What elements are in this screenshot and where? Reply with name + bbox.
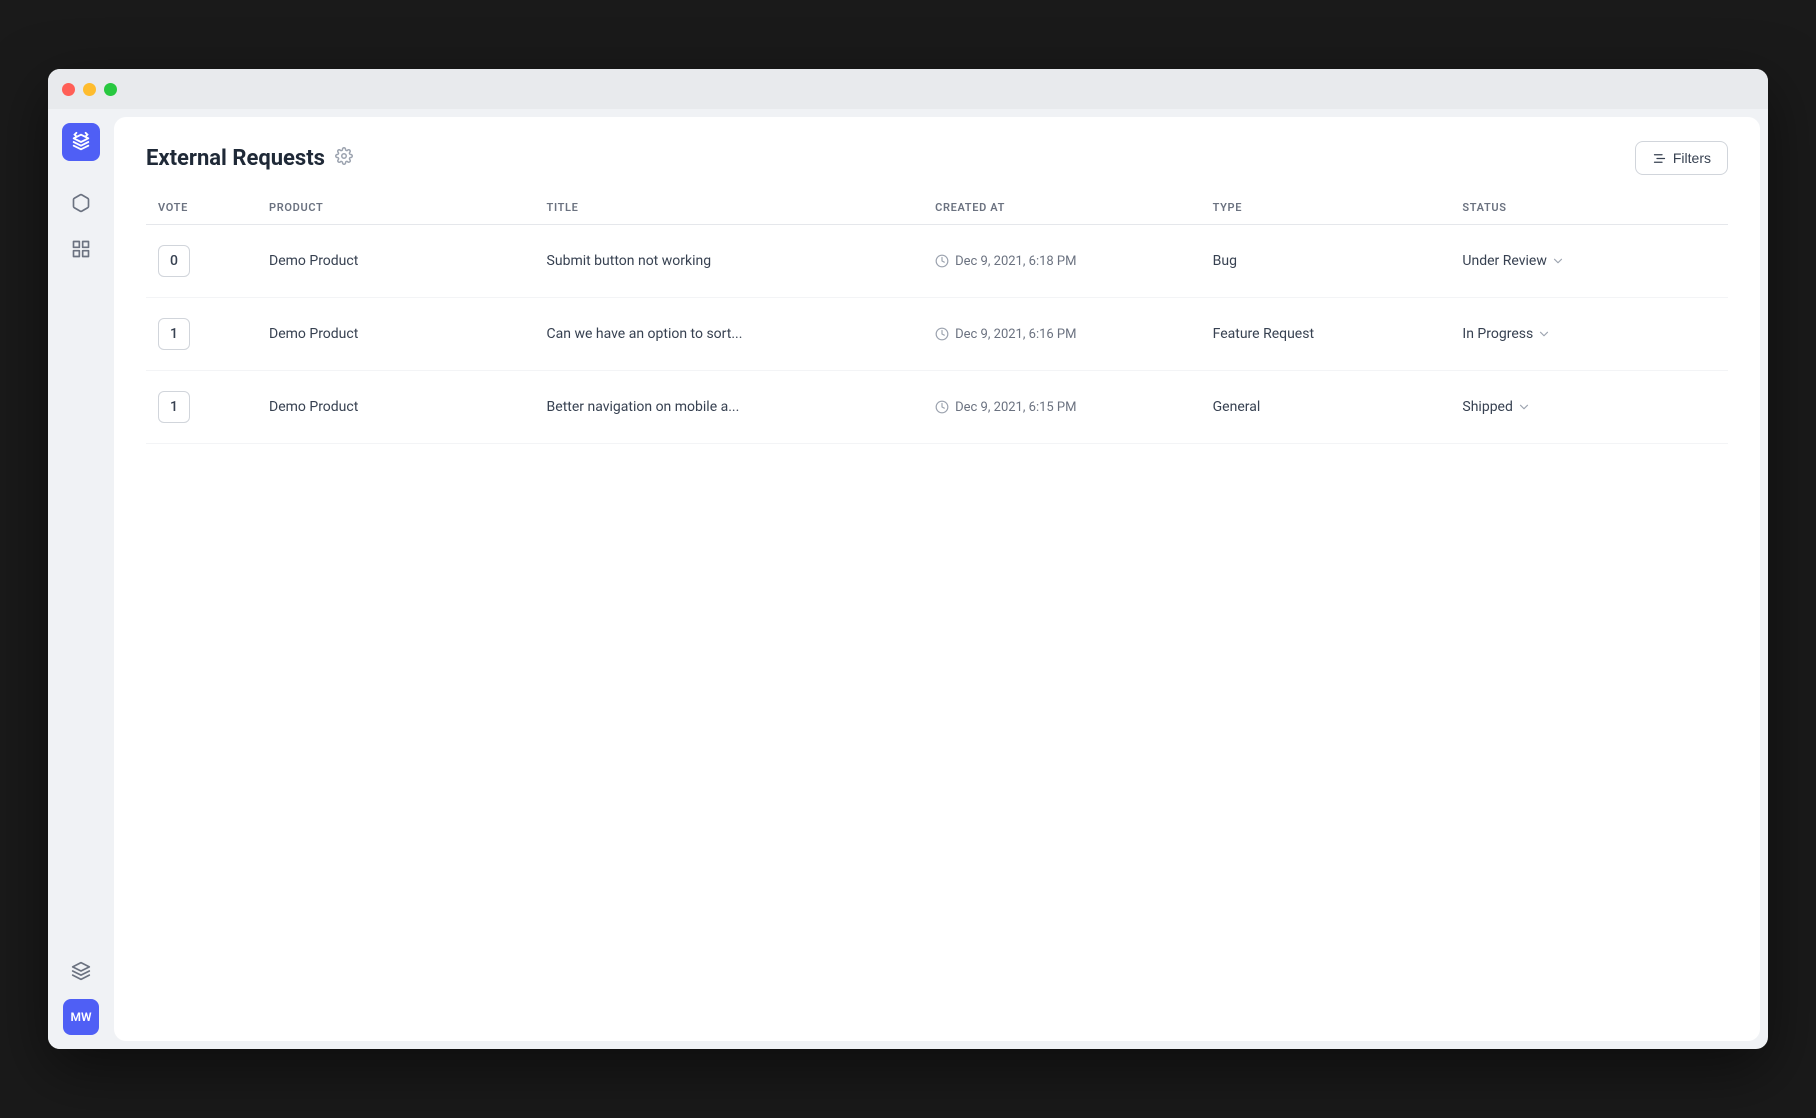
col-header-product: PRODUCT (257, 191, 535, 225)
chevron-down-icon (1551, 254, 1565, 268)
close-button[interactable] (62, 83, 75, 96)
status-text: Under Review (1462, 253, 1546, 269)
app-logo[interactable] (62, 123, 100, 161)
type-cell: Bug (1201, 225, 1451, 298)
table-container: VOTE PRODUCT TITLE CREATED AT TYPE STATU… (114, 191, 1760, 1041)
sidebar-item-layout[interactable] (63, 231, 99, 267)
page-title: External Requests (146, 146, 325, 171)
filter-icon (1652, 151, 1667, 166)
type-text: Feature Request (1213, 326, 1314, 342)
status-text: In Progress (1462, 326, 1533, 342)
vote-badge[interactable]: 1 (158, 318, 190, 350)
user-avatar[interactable]: MW (63, 999, 99, 1035)
main-content: External Requests Filters (114, 117, 1760, 1041)
title-cell: Can we have an option to sort... (535, 298, 924, 371)
product-cell: Demo Product (257, 225, 535, 298)
page-header: External Requests Filters (114, 117, 1760, 191)
title-cell: Submit button not working (535, 225, 924, 298)
title-cell: Better navigation on mobile a... (535, 371, 924, 444)
table-header: VOTE PRODUCT TITLE CREATED AT TYPE STATU… (146, 191, 1728, 225)
title-text: Can we have an option to sort... (547, 326, 743, 342)
type-text: General (1213, 399, 1261, 415)
filters-button[interactable]: Filters (1635, 141, 1728, 175)
title-text: Better navigation on mobile a... (547, 399, 740, 415)
col-header-vote: VOTE (146, 191, 257, 225)
vote-badge[interactable]: 0 (158, 245, 190, 277)
created-cell: Dec 9, 2021, 6:15 PM (923, 371, 1201, 444)
sidebar-item-layers[interactable] (63, 953, 99, 989)
type-text: Bug (1213, 253, 1237, 269)
created-cell: Dec 9, 2021, 6:16 PM (923, 298, 1201, 371)
filters-label: Filters (1673, 150, 1711, 166)
requests-table: VOTE PRODUCT TITLE CREATED AT TYPE STATU… (146, 191, 1728, 444)
clock-icon (935, 254, 949, 268)
status-cell[interactable]: In Progress (1450, 298, 1728, 371)
vote-badge[interactable]: 1 (158, 391, 190, 423)
type-cell: General (1201, 371, 1451, 444)
table-row[interactable]: 1 Demo Product Can we have an option to … (146, 298, 1728, 371)
minimize-button[interactable] (83, 83, 96, 96)
status-cell[interactable]: Shipped (1450, 371, 1728, 444)
col-header-status: STATUS (1450, 191, 1728, 225)
product-cell: Demo Product (257, 371, 535, 444)
table-row[interactable]: 0 Demo Product Submit button not working… (146, 225, 1728, 298)
created-at-text: Dec 9, 2021, 6:18 PM (955, 254, 1076, 269)
titlebar (48, 69, 1768, 109)
chevron-down-icon (1537, 327, 1551, 341)
status-cell[interactable]: Under Review (1450, 225, 1728, 298)
sidebar: MW (48, 109, 114, 1049)
vote-cell: 1 (146, 371, 257, 444)
settings-icon[interactable] (335, 147, 353, 169)
app-body: MW External Requests (48, 109, 1768, 1049)
product-text: Demo Product (269, 326, 358, 342)
product-text: Demo Product (269, 253, 358, 269)
vote-cell: 0 (146, 225, 257, 298)
created-at-text: Dec 9, 2021, 6:16 PM (955, 327, 1076, 342)
type-cell: Feature Request (1201, 298, 1451, 371)
created-cell: Dec 9, 2021, 6:18 PM (923, 225, 1201, 298)
table-body: 0 Demo Product Submit button not working… (146, 225, 1728, 444)
status-text: Shipped (1462, 399, 1512, 415)
col-header-created: CREATED AT (923, 191, 1201, 225)
product-cell: Demo Product (257, 298, 535, 371)
col-header-type: TYPE (1201, 191, 1451, 225)
maximize-button[interactable] (104, 83, 117, 96)
app-window: MW External Requests (48, 69, 1768, 1049)
table-row[interactable]: 1 Demo Product Better navigation on mobi… (146, 371, 1728, 444)
title-text: Submit button not working (547, 253, 712, 269)
created-at-text: Dec 9, 2021, 6:15 PM (955, 400, 1076, 415)
title-row: External Requests (146, 146, 353, 171)
clock-icon (935, 400, 949, 414)
chevron-down-icon (1517, 400, 1531, 414)
vote-cell: 1 (146, 298, 257, 371)
sidebar-item-cube[interactable] (63, 185, 99, 221)
product-text: Demo Product (269, 399, 358, 415)
col-header-title: TITLE (535, 191, 924, 225)
traffic-lights (62, 83, 117, 96)
clock-icon (935, 327, 949, 341)
